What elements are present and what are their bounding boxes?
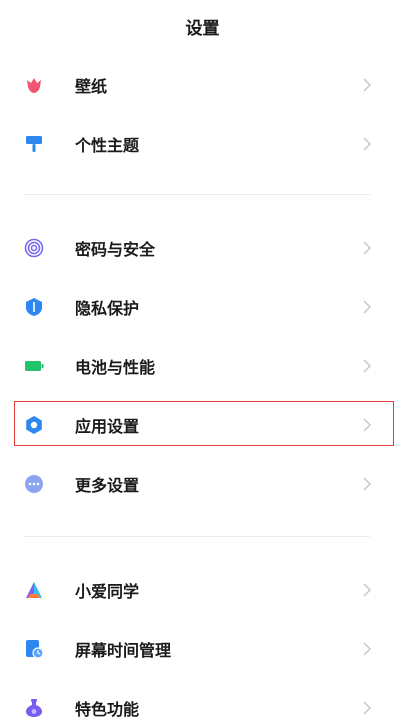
settings-item-label: 电池与性能 xyxy=(75,358,156,377)
chevron-right-icon xyxy=(363,477,371,491)
chevron-right-icon xyxy=(363,241,371,255)
shield-icon xyxy=(24,297,44,317)
chevron-right-icon xyxy=(363,359,371,373)
settings-item-xiaoai[interactable]: 小爱同学 xyxy=(0,561,405,619)
chevron-right-icon xyxy=(363,583,371,597)
settings-item-label: 屏幕时间管理 xyxy=(75,641,172,660)
chevron-right-icon xyxy=(363,137,371,151)
settings-item-label: 更多设置 xyxy=(75,476,140,495)
paint-roller-icon xyxy=(24,134,44,154)
xiaoai-icon xyxy=(24,580,44,600)
settings-item-label: 隐私保护 xyxy=(75,299,140,318)
flask-icon xyxy=(24,698,44,718)
battery-icon xyxy=(24,356,44,376)
settings-item-password-security[interactable]: 密码与安全 xyxy=(0,219,405,277)
tulip-icon xyxy=(24,75,44,95)
settings-item-label: 密码与安全 xyxy=(75,240,156,259)
settings-item-screen-time[interactable]: 屏幕时间管理 xyxy=(0,620,405,678)
settings-item-label: 应用设置 xyxy=(75,417,140,436)
chevron-right-icon xyxy=(363,418,371,432)
section-divider xyxy=(24,194,370,195)
settings-item-theme[interactable]: 个性主题 xyxy=(0,115,405,173)
chevron-right-icon xyxy=(363,701,371,715)
settings-item-more-settings[interactable]: 更多设置 xyxy=(0,455,405,513)
settings-item-app-settings[interactable]: 应用设置 xyxy=(0,396,405,454)
section-divider xyxy=(24,536,370,537)
more-dots-icon xyxy=(24,474,44,494)
settings-item-label: 个性主题 xyxy=(75,136,140,155)
chevron-right-icon xyxy=(363,78,371,92)
chevron-right-icon xyxy=(363,300,371,314)
gear-icon xyxy=(24,415,44,435)
settings-item-battery[interactable]: 电池与性能 xyxy=(0,337,405,395)
settings-item-privacy[interactable]: 隐私保护 xyxy=(0,278,405,336)
page-title: 设置 xyxy=(185,19,220,39)
chevron-right-icon xyxy=(363,642,371,656)
hourglass-doc-icon xyxy=(24,639,44,659)
settings-item-label: 壁纸 xyxy=(75,77,108,96)
settings-item-label: 特色功能 xyxy=(75,700,140,719)
settings-item-wallpaper[interactable]: 壁纸 xyxy=(0,56,405,114)
fingerprint-icon xyxy=(24,238,44,258)
settings-item-label: 小爱同学 xyxy=(75,582,140,601)
settings-item-special-features[interactable]: 特色功能 xyxy=(0,679,405,728)
settings-screen: 设置 壁纸 个性主题 密码与安全 隐私保护 电池与性能 应用设置 更多设置 小爱… xyxy=(0,0,405,728)
